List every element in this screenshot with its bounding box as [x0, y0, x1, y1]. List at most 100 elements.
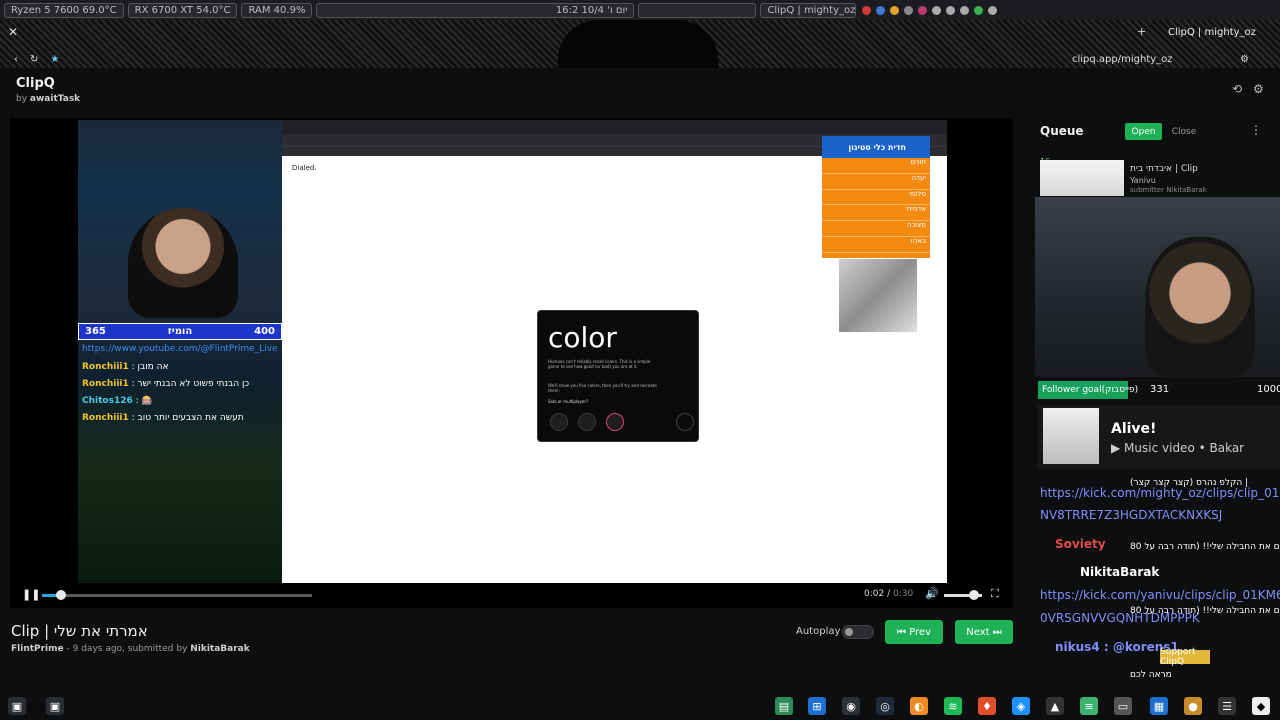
- clip-channel[interactable]: FlintPrime: [11, 644, 64, 654]
- menu-icon[interactable]: ☰: [1218, 697, 1236, 715]
- tray-icon[interactable]: [904, 5, 914, 15]
- prev-button[interactable]: ⏮ Prev: [885, 620, 943, 644]
- progress-track[interactable]: [42, 594, 312, 597]
- streamer-webcam: 365 הומיז 400 https://www.youtube.com/@F…: [78, 120, 282, 583]
- reload-icon[interactable]: ↻: [30, 54, 38, 65]
- multiplayer-icon: [578, 413, 596, 431]
- queue-item[interactable]: איבדתי בית | Clip Yanivu submitter Nikit…: [1040, 160, 1280, 196]
- score-right: 400: [254, 326, 275, 337]
- tray-icon[interactable]: [960, 5, 970, 15]
- terminal-icon[interactable]: ▤: [775, 697, 793, 715]
- close-tab-icon[interactable]: ✕: [8, 25, 18, 39]
- next-label: Next: [966, 626, 990, 638]
- score-bar: 365 הומיז 400: [78, 323, 282, 340]
- chat-user: Ronchiii1: [82, 362, 129, 372]
- current-time: 0:02: [864, 589, 885, 599]
- star-icon[interactable]: ★: [50, 54, 59, 65]
- tray-icons[interactable]: [862, 5, 998, 15]
- app-author[interactable]: awaitTask: [30, 94, 80, 104]
- now-playing-subtitle: ▶ Music video • Bakar: [1111, 441, 1244, 455]
- discord-icon[interactable]: ◉: [842, 697, 860, 715]
- video-icon: ▶: [1111, 441, 1125, 455]
- address-bar[interactable]: clipq.app/mighty_oz: [1072, 54, 1173, 65]
- store-icon[interactable]: ▦: [1150, 697, 1168, 715]
- app-icon[interactable]: ▲: [1046, 697, 1064, 715]
- spotify-icon[interactable]: ≋: [944, 697, 962, 715]
- tray-icon[interactable]: [918, 5, 928, 15]
- queue-item-submitter: submitter NikitaBarak: [1130, 186, 1207, 194]
- streamer-figure: [1145, 237, 1255, 377]
- firefox-icon[interactable]: ◐: [910, 697, 928, 715]
- next-button[interactable]: Next ⏭: [955, 620, 1013, 644]
- prev-icon: ⏮: [896, 626, 910, 638]
- next-icon: ⏭: [989, 626, 1002, 638]
- gpu-status: RX 6700 XT 54.0°C: [127, 2, 238, 18]
- files-icon[interactable]: ▭: [1114, 697, 1132, 715]
- chat-text: 🎰: [141, 396, 153, 406]
- tray-icon[interactable]: [946, 5, 956, 15]
- workspace-icon[interactable]: ▣: [46, 697, 64, 715]
- windows-icon[interactable]: ⊞: [808, 697, 826, 715]
- second-webcam: [1035, 197, 1280, 377]
- overlay-chat-link: https://kick.com/yanivu/clips/clip_01KM6…: [1040, 588, 1280, 602]
- tray-icon[interactable]: [974, 5, 984, 15]
- app-byline: by awaitTask: [16, 94, 80, 104]
- streamer-figure: [128, 208, 238, 318]
- queue-heading: Queue: [1040, 124, 1084, 138]
- settings-icon[interactable]: ⚙: [1253, 82, 1264, 96]
- tray-icon[interactable]: [890, 5, 900, 15]
- apple-icon[interactable]: ◆: [1252, 697, 1270, 715]
- support-button[interactable]: Support ClipQ: [1160, 647, 1210, 667]
- chat-text: תעשה את הצבעים יותר טוב: [137, 413, 244, 423]
- extensions-icon[interactable]: ⚙: [1240, 54, 1249, 65]
- follower-goal: Follower goal(פייסבוק) 331 1000: [1038, 381, 1280, 399]
- cpu-status: Ryzen 5 7600 69.0°C: [4, 2, 124, 18]
- workspace-icon[interactable]: ▣: [8, 697, 26, 715]
- chat-user: Ronchiii1: [82, 379, 129, 389]
- score-label: הומיז: [167, 326, 193, 337]
- active-window[interactable]: ClipQ | mighty_oz: [760, 2, 857, 18]
- side-panel-header: חדית כלי סטיגון: [822, 136, 930, 158]
- side-row: יעדה: [822, 174, 930, 190]
- duration: 0:30: [892, 589, 914, 599]
- user-icon[interactable]: ●: [1184, 697, 1202, 715]
- progress-handle[interactable]: [55, 590, 66, 600]
- more-icon[interactable]: ⋮: [1250, 123, 1262, 137]
- steam-icon[interactable]: ◎: [876, 697, 894, 715]
- brave-icon[interactable]: ♦: [978, 697, 996, 715]
- app-header: ClipQ by awaitTask ⟲ ⚙: [0, 68, 1280, 118]
- browser-icon[interactable]: ◈: [1012, 697, 1030, 715]
- tray-icon[interactable]: [862, 5, 872, 15]
- back-icon[interactable]: ‹: [14, 54, 18, 65]
- pause-icon[interactable]: ❚❚: [22, 588, 40, 601]
- by-label: by: [16, 94, 28, 104]
- tray-icon[interactable]: [988, 5, 998, 15]
- queue-open-button[interactable]: Open: [1125, 123, 1162, 140]
- autoplay-label: Autoplay: [796, 626, 841, 637]
- clip-submitter[interactable]: NikitaBarak: [190, 644, 250, 654]
- blank-pill: [638, 2, 757, 18]
- side-row: מצוכה: [822, 221, 930, 237]
- volume-icon[interactable]: 🔊: [925, 587, 939, 600]
- refresh-icon: [676, 413, 694, 431]
- overlay-chat-link: https://kick.com/mighty_oz/clips/clip_01…: [1040, 486, 1280, 500]
- autoplay-toggle[interactable]: [842, 625, 874, 639]
- clock: 16:2 יום ו' 10/4: [316, 2, 635, 18]
- overlay-chat-name: NikitaBarak: [1080, 565, 1160, 579]
- side-row: אדמית: [822, 205, 930, 222]
- side-row: חונים: [822, 158, 930, 174]
- tray-icon[interactable]: [876, 5, 886, 15]
- fullscreen-icon[interactable]: ⛶: [991, 587, 999, 601]
- queue-close-button[interactable]: Close: [1165, 123, 1203, 140]
- tray-icon[interactable]: [932, 5, 942, 15]
- chat-text: אה מובן: [137, 362, 169, 372]
- layers-icon[interactable]: ≡: [1080, 697, 1098, 715]
- new-tab-icon[interactable]: +: [1137, 25, 1146, 38]
- now-playing: Alive! ▶ Music video • Bakar: [1038, 405, 1280, 469]
- ram-status: RAM 40.9%: [241, 2, 313, 18]
- color-card-title: color: [548, 321, 617, 354]
- chat-message: Ronchiii1 : תעשה את הצבעים יותר טוב: [82, 413, 244, 423]
- video-browser-tabs: [282, 120, 947, 134]
- history-icon[interactable]: ⟲: [1232, 82, 1242, 96]
- side-row: באהו: [822, 237, 930, 253]
